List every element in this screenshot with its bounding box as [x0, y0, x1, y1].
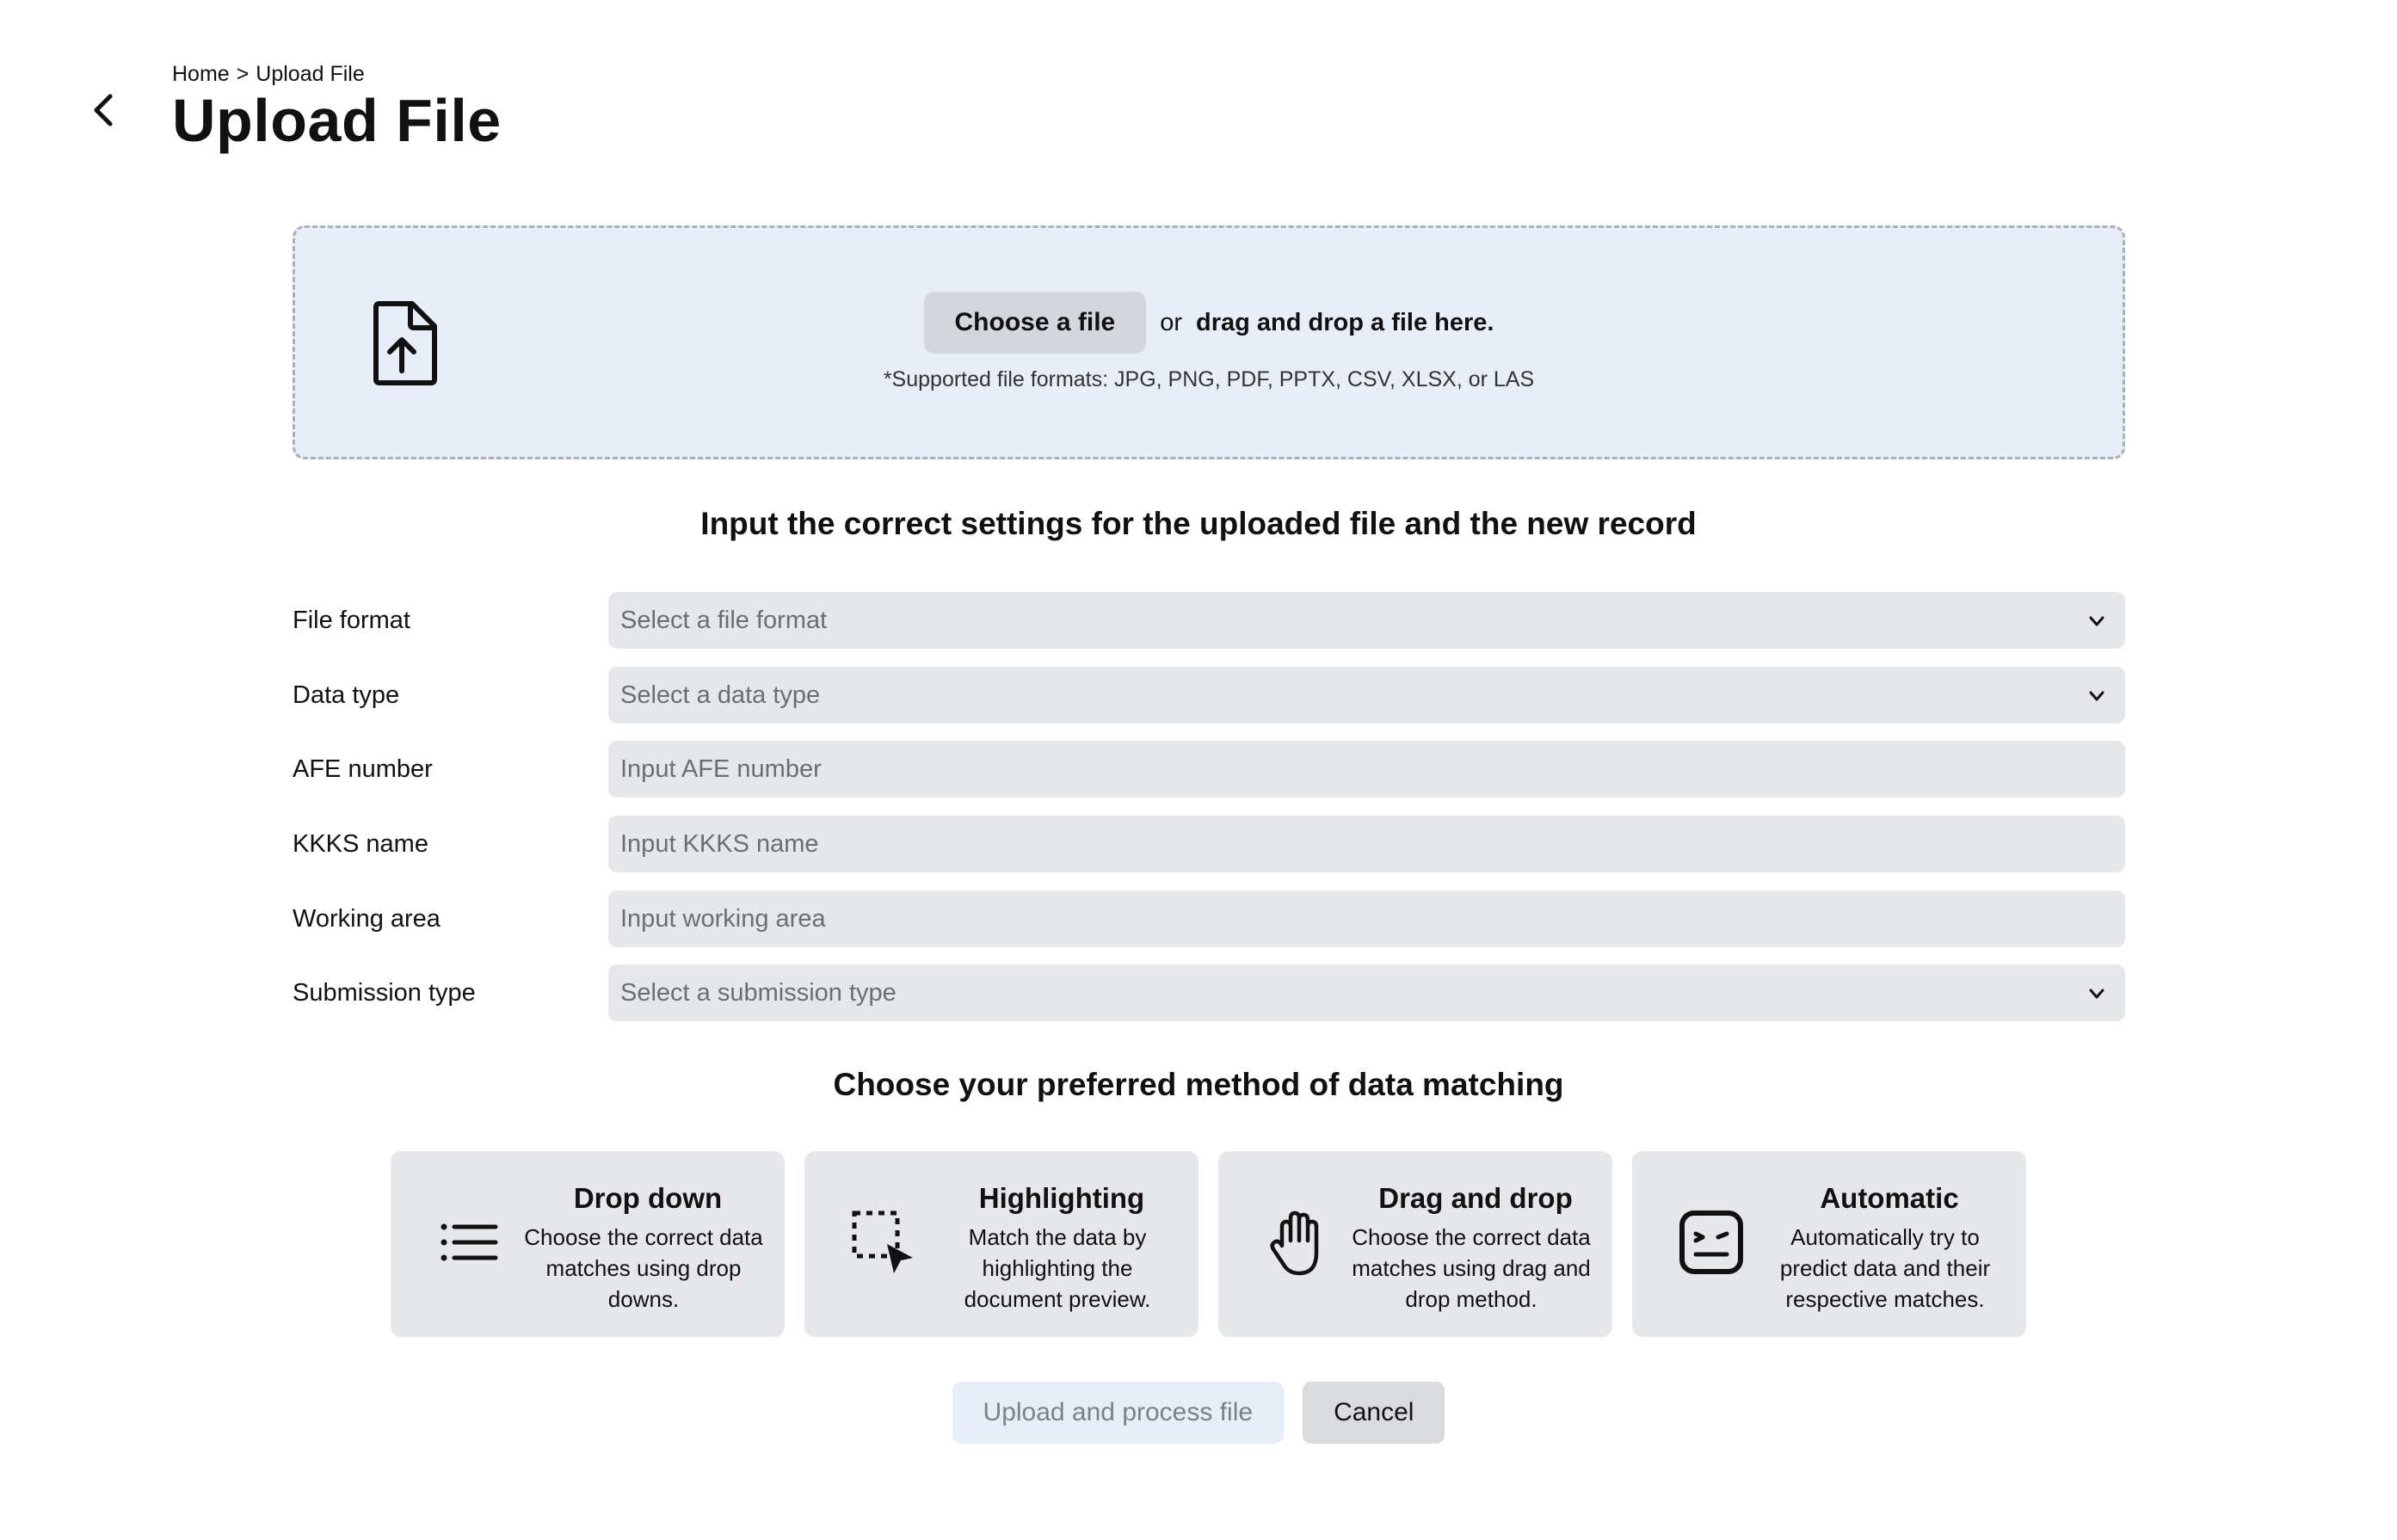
method-title: Drag and drop — [1378, 1182, 1573, 1214]
method-description: Choose the correct data matches using dr… — [1352, 1224, 1591, 1312]
method-highlighting[interactable]: Highlighting Match the data by highlight… — [804, 1151, 1198, 1337]
chevron-down-icon — [2089, 989, 2104, 999]
data-type-row: Data type Select a data type — [293, 667, 2125, 724]
chevron-down-icon — [2089, 691, 2104, 701]
afe-number-row: AFE number — [293, 741, 2125, 798]
selection-cursor-icon — [852, 1210, 913, 1273]
upload-process-button[interactable]: Upload and process file — [952, 1382, 1285, 1444]
method-title: Automatic — [1820, 1182, 1959, 1214]
method-description: Choose the correct data matches using dr… — [524, 1224, 763, 1312]
supported-formats-note: *Supported file formats: JPG, PNG, PDF, … — [883, 367, 1535, 391]
breadcrumb-separator: > — [236, 62, 250, 86]
chevron-down-icon — [2089, 616, 2104, 626]
matching-title: Choose your preferred method of data mat… — [833, 1067, 1564, 1102]
submission-type-row: Submission type Select a submission type — [293, 964, 2125, 1021]
settings-title: Input the correct settings for the uploa… — [700, 506, 1697, 541]
choose-file-button[interactable]: Choose a file — [923, 292, 1147, 354]
kkks-name-row: KKKS name — [293, 816, 2125, 872]
afe-number-label: AFE number — [293, 755, 433, 783]
file-format-label: File format — [293, 606, 410, 634]
breadcrumb: Home > Upload File — [172, 62, 365, 87]
submission-type-placeholder: Select a submission type — [620, 978, 897, 1007]
afe-number-field-box — [608, 741, 2125, 798]
robot-icon — [1679, 1210, 1743, 1274]
kkks-name-label: KKKS name — [293, 829, 428, 858]
file-format-row: File format Select a file format — [293, 592, 2125, 649]
working-area-input[interactable] — [620, 904, 2113, 933]
afe-number-input[interactable] — [620, 755, 2113, 784]
kkks-name-field-box — [608, 816, 2125, 872]
working-area-label: Working area — [293, 904, 441, 933]
method-drag-and-drop[interactable]: Drag and drop Choose the correct data ma… — [1218, 1151, 1612, 1337]
file-format-placeholder: Select a file format — [620, 606, 828, 634]
list-icon — [441, 1223, 498, 1261]
kkks-name-input[interactable] — [620, 829, 2113, 859]
drag-drop-text: drag and drop a file here. — [1196, 308, 1494, 336]
breadcrumb-current: Upload File — [256, 62, 365, 86]
data-type-placeholder: Select a data type — [620, 681, 821, 709]
form-actions: Upload and process file Cancel — [0, 1382, 2397, 1444]
method-automatic[interactable]: Automatic Automatically try to predict d… — [1632, 1151, 2026, 1337]
chevron-left-icon — [94, 94, 113, 126]
method-description: Match the data by highlighting the docum… — [964, 1224, 1151, 1312]
submission-type-label: Submission type — [293, 978, 476, 1007]
or-text: or — [1160, 308, 1183, 336]
working-area-field-box — [608, 890, 2125, 947]
data-type-select[interactable]: Select a data type — [608, 667, 2125, 724]
method-description: Automatically try to predict data and th… — [1779, 1224, 1991, 1312]
page-title: Upload File — [172, 87, 502, 154]
method-drop-down[interactable]: Drop down Choose the correct data matche… — [391, 1151, 785, 1337]
method-title: Highlighting — [978, 1182, 1145, 1214]
matching-methods: Drop down Choose the correct data matche… — [391, 1151, 2027, 1337]
data-type-label: Data type — [293, 681, 400, 709]
file-dropzone[interactable]: Choose a file or drag and drop a file he… — [293, 225, 2125, 459]
working-area-row: Working area — [293, 890, 2125, 947]
submission-type-select[interactable]: Select a submission type — [608, 964, 2125, 1021]
back-button[interactable] — [83, 89, 124, 131]
method-title: Drop down — [573, 1182, 723, 1214]
breadcrumb-home[interactable]: Home — [172, 62, 230, 87]
choose-row: Choose a file or drag and drop a file he… — [295, 292, 2123, 354]
cancel-button[interactable]: Cancel — [1303, 1382, 1445, 1444]
hand-icon — [1270, 1210, 1319, 1276]
file-format-select[interactable]: Select a file format — [608, 592, 2125, 649]
